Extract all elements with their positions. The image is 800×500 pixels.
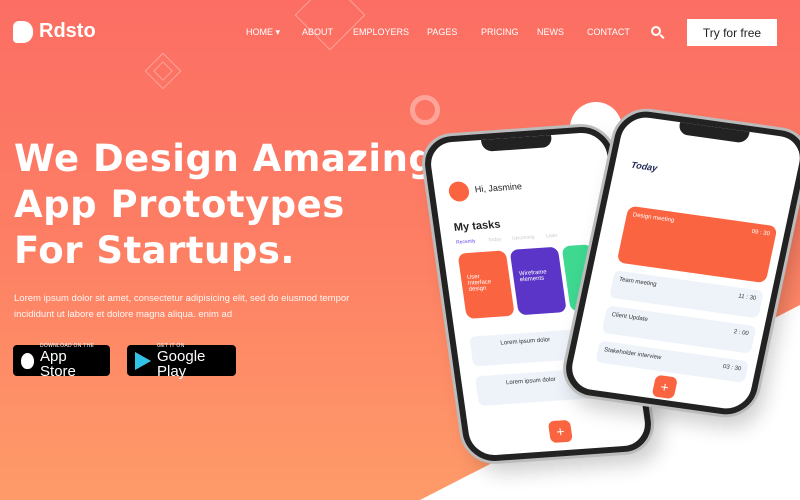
- hero-title: We Design Amazing App Prototypes For Sta…: [14, 137, 436, 272]
- calendar-heading: Today: [630, 159, 659, 174]
- google-play-button[interactable]: GET IT ON Google Play: [127, 343, 236, 379]
- nav-home[interactable]: HOME ▾: [246, 27, 280, 38]
- section-title: My tasks: [453, 218, 502, 234]
- brand-logo[interactable]: Rdsto: [13, 20, 96, 43]
- add-icon: +: [651, 374, 678, 400]
- greeting: Hi, Jasmine: [474, 181, 523, 195]
- hero-description: Lorem ipsum dolor sit amet, consectetur …: [14, 293, 350, 320]
- apple-icon: [21, 352, 35, 369]
- tab-today: Today: [487, 236, 502, 244]
- tab-upcoming: Upcoming: [511, 234, 536, 242]
- google-play-icon: [135, 351, 151, 370]
- tab-recently: Recently: [455, 238, 476, 246]
- decor-ring: [410, 95, 440, 125]
- logo-icon: [13, 20, 33, 43]
- try-for-free-button[interactable]: Try for free: [687, 19, 777, 46]
- avatar: [447, 180, 471, 203]
- nav-pricing[interactable]: PRICING: [481, 27, 519, 37]
- top-navigation: Rdsto HOME ▾ ABOUT EMPLOYERS PAGES PRICI…: [0, 0, 800, 64]
- task-card: Wireframe elements: [509, 246, 567, 316]
- nav-contact[interactable]: CONTACT: [587, 27, 630, 37]
- nav-pages[interactable]: PAGES: [427, 27, 457, 37]
- nav-employers[interactable]: EMPLOYERS: [353, 27, 409, 37]
- task-card: User Interface design: [457, 250, 515, 319]
- search-icon[interactable]: [651, 26, 661, 36]
- nav-about[interactable]: ABOUT: [302, 27, 333, 37]
- add-icon: +: [547, 419, 573, 444]
- nav-news[interactable]: NEWS: [537, 27, 564, 37]
- brand-name: Rdsto: [39, 20, 96, 42]
- event-card: Design meeting 09 : 30: [616, 205, 778, 284]
- tab-later: Later: [545, 232, 558, 240]
- app-store-button[interactable]: DOWNLOAD ON THE App Store: [13, 343, 110, 379]
